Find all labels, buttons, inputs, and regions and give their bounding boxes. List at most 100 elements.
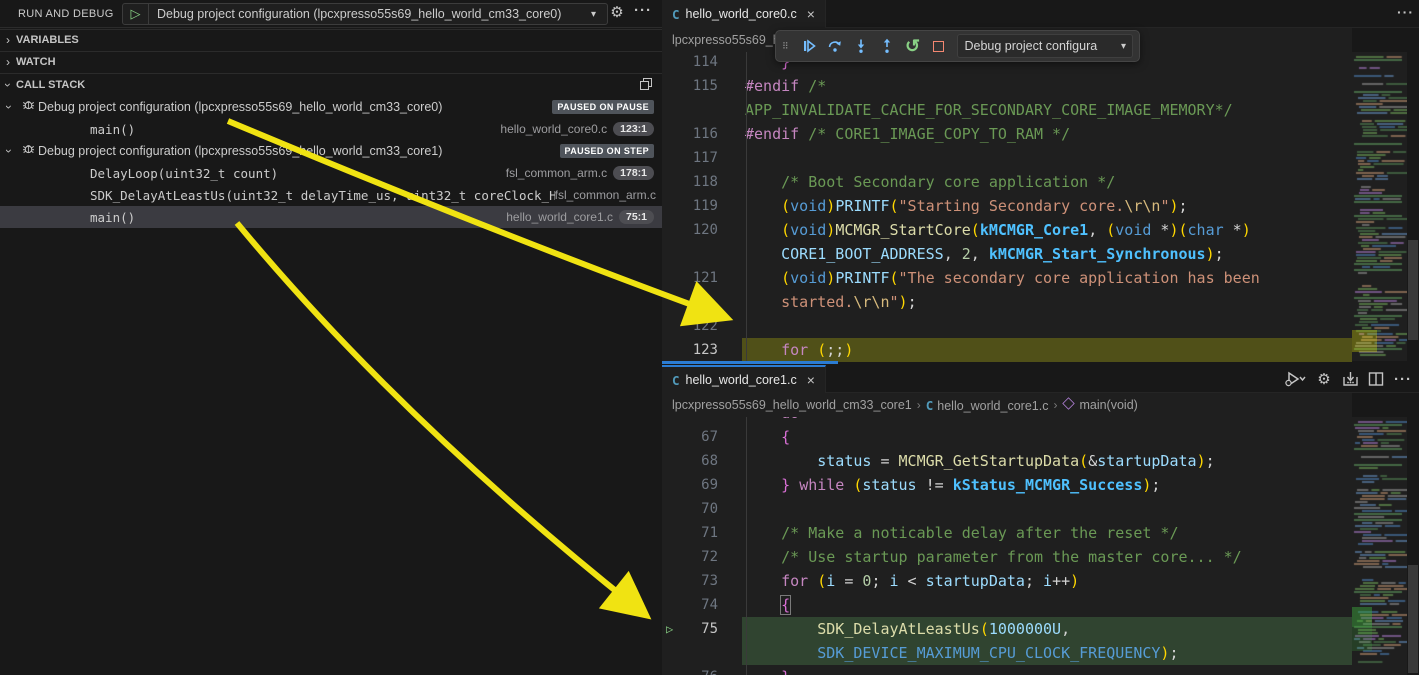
breadcrumb-item[interactable]: Chello_world_core1.c [926,398,1049,413]
code-line[interactable]: 69 } while (status != kStatus_MCMGR_Succ… [662,473,1352,497]
code-line[interactable]: 71 /* Make a noticable delay after the r… [662,521,1352,545]
minimap-focused-line-mark2 [1352,627,1372,651]
minimap-focused-line-mark [1352,607,1372,627]
code-line[interactable]: CORE1_BOOT_ADDRESS, 2, kMCMGR_Start_Sync… [662,242,1352,266]
code-line[interactable]: 72 /* Use startup parameter from the mas… [662,545,1352,569]
step-into-icon[interactable] [848,33,874,59]
line-number[interactable]: 67 [662,425,718,449]
run-or-debug-icon[interactable] [1284,371,1306,392]
code-text: (void)PRINTF("Starting Secondary core.\r… [745,194,1188,218]
frame-function: SDK_DelayAtLeastUs(uint32_t delayTime_us… [0,188,555,203]
copy-call-stack-icon[interactable] [640,78,652,90]
line-number[interactable]: 114 [662,52,718,74]
line-number[interactable]: 118 [662,170,718,194]
gear-icon[interactable]: ⚙ [1315,370,1333,392]
bottom-code-editor[interactable]: 66 do67 {68 status = MCMGR_GetStartupDat… [662,417,1352,675]
download-icon[interactable] [1342,371,1359,392]
code-line[interactable]: 117 [662,146,1352,170]
stop-icon[interactable] [926,33,952,59]
line-number[interactable]: 76 [662,665,718,675]
debug-session-row[interactable]: ›Debug project configuration (lpcxpresso… [0,140,662,162]
top-code-editor[interactable]: 114 }115#endif /*APP_INVALIDATE_CACHE_FO… [662,52,1352,362]
stack-frame-row[interactable]: SDK_DelayAtLeastUs(uint32_t delayTime_us… [0,184,662,206]
debug-config-label[interactable]: Debug project configuration (lpcxpresso5… [149,7,591,21]
line-number[interactable]: 117 [662,146,718,170]
code-line[interactable]: 120 (void)MCMGR_StartCore(kMCMGR_Core1, … [662,218,1352,242]
close-icon[interactable]: × [807,372,815,388]
chevron-right-icon: › [6,33,10,47]
line-number[interactable]: 123 [662,338,718,362]
line-number[interactable]: 120 [662,218,718,242]
code-line[interactable]: 118 /* Boot Secondary core application *… [662,170,1352,194]
debug-session-row[interactable]: ›Debug project configuration (lpcxpresso… [0,96,662,118]
code-line[interactable]: 70 [662,497,1352,521]
start-debug-icon[interactable]: ▷ [123,4,149,24]
debug-toolbar: ⠿ ↺ Debug project configura ▾ [775,30,1140,62]
step-over-icon[interactable] [822,33,848,59]
code-line[interactable]: 122 [662,314,1352,338]
stack-frame-row[interactable]: main()hello_world_core0.c123:1 [0,118,662,140]
step-out-icon[interactable] [874,33,900,59]
code-line[interactable]: SDK_DEVICE_MAXIMUM_CPU_CLOCK_FREQUENCY); [662,641,1352,665]
line-number[interactable]: 72 [662,545,718,569]
debug-config-dropdown[interactable]: ▷ Debug project configuration (lpcxpress… [122,3,608,25]
top-minimap[interactable] [1352,52,1407,361]
line-number[interactable]: 74 [662,593,718,617]
stack-frame-row[interactable]: main()hello_world_core1.c75:1 [0,206,662,228]
code-line[interactable]: 115#endif /* [662,74,1352,98]
chevron-down-icon: ▾ [591,9,607,20]
code-line[interactable]: 121 (void)PRINTF("The secondary core app… [662,266,1352,290]
more-actions-icon[interactable]: ··· [1393,370,1413,392]
line-number[interactable]: 69 [662,473,718,497]
code-line[interactable]: 73 for (i = 0; i < startupData; i++) [662,569,1352,593]
gear-icon[interactable]: ⚙ [606,3,628,25]
frame-file: hello_world_core0.c [500,122,607,136]
code-line[interactable]: 116#endif /* CORE1_IMAGE_COPY_TO_RAM */ [662,122,1352,146]
code-line[interactable]: 119 (void)PRINTF("Starting Secondary cor… [662,194,1352,218]
code-line[interactable]: 74 { [662,593,1352,617]
line-number[interactable]: 70 [662,497,718,521]
c-file-icon: C [672,373,680,388]
focused-stack-frame-icon: ▷ [666,617,673,641]
code-line[interactable]: 67 { [662,425,1352,449]
grip-icon[interactable]: ⠿ [782,42,796,51]
code-line[interactable]: 75▷ SDK_DelayAtLeastUs(1000000U, [662,617,1352,641]
line-number[interactable]: 119 [662,194,718,218]
split-editor-icon[interactable] [1368,371,1384,392]
line-number[interactable]: 71 [662,521,718,545]
line-number[interactable]: 66 [662,417,718,425]
tab-hello-world-core1[interactable]: C hello_world_core1.c × [662,365,826,393]
bottom-editor-scrollbar[interactable] [1408,565,1418,673]
code-line[interactable]: 66 do [662,417,1352,425]
code-line[interactable]: 68 status = MCMGR_GetStartupData(&startu… [662,449,1352,473]
code-text: } while (status != kStatus_MCMGR_Success… [745,473,1160,497]
restart-icon[interactable]: ↺ [900,33,926,59]
code-line[interactable]: 76 } [662,665,1352,675]
code-line[interactable]: started.\r\n"); [662,290,1352,314]
line-number[interactable]: 121 [662,266,718,290]
tab-hello-world-core0[interactable]: C hello_world_core0.c × [662,0,826,28]
debug-toolbar-config-dropdown[interactable]: Debug project configura ▾ [957,34,1133,58]
breadcrumb-item[interactable]: main(void) [1062,398,1137,412]
call-stack-section-header[interactable]: › CALL STACK [0,73,662,95]
symbol-method-icon [1063,397,1075,409]
top-editor-hscrollbar[interactable] [662,361,838,364]
variables-section-header[interactable]: › VARIABLES [0,29,662,50]
line-number[interactable]: 122 [662,314,718,338]
frame-location-badge: 123:1 [613,122,654,136]
line-number[interactable]: 116 [662,122,718,146]
line-number[interactable]: 73 [662,569,718,593]
more-actions-icon[interactable]: ··· [1397,4,1414,20]
close-icon[interactable]: × [807,6,815,22]
watch-section-header[interactable]: › WATCH [0,51,662,72]
continue-icon[interactable] [796,33,822,59]
code-line[interactable]: 123 for (;;) [662,338,1352,362]
top-editor-scrollbar[interactable] [1408,240,1418,340]
stack-frame-row[interactable]: DelayLoop(uint32_t count)fsl_common_arm.… [0,162,662,184]
breadcrumb-item[interactable]: lpcxpresso55s69_hello_world_cm33_core1 [672,398,912,412]
code-line[interactable]: APP_INVALIDATE_CACHE_FOR_SECONDARY_CORE_… [662,98,1352,122]
frame-function: DelayLoop(uint32_t count) [0,166,506,181]
more-actions-icon[interactable]: ··· [632,1,654,23]
line-number[interactable]: 68 [662,449,718,473]
line-number[interactable]: 115 [662,74,718,98]
